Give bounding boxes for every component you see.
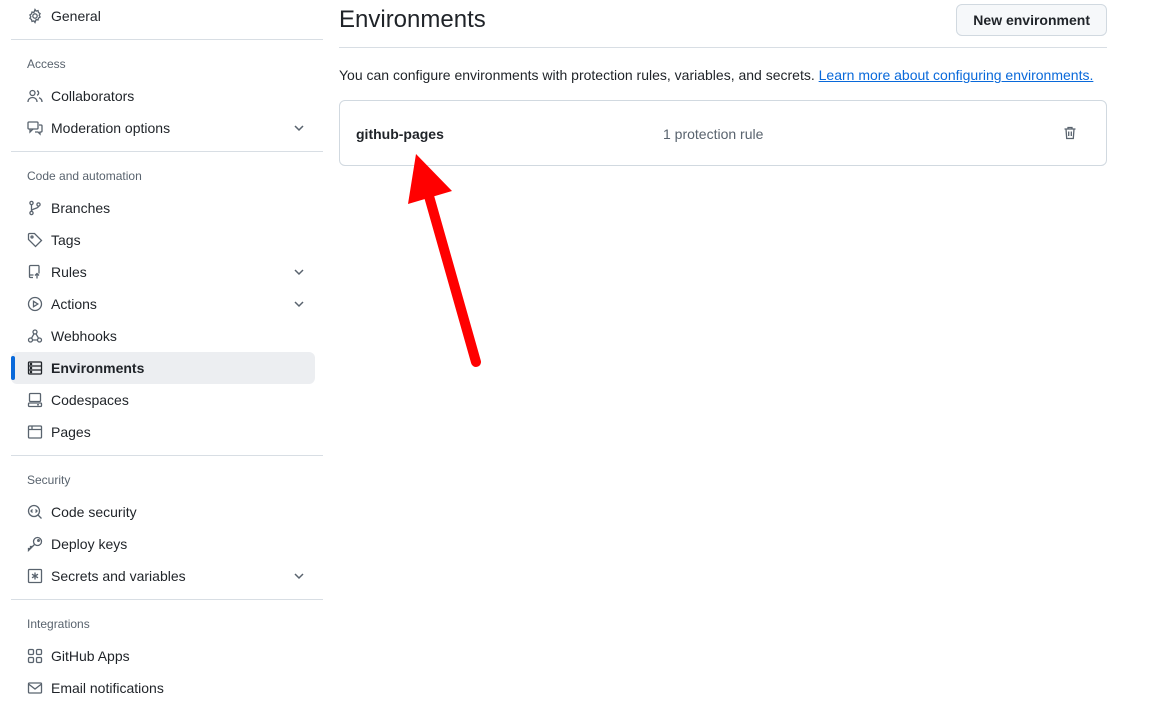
main-content: Environments New environment You can con… <box>339 0 1107 166</box>
play-icon <box>27 296 43 312</box>
divider <box>11 151 323 152</box>
settings-page: General Access Collaborators Moderation … <box>0 0 1176 704</box>
sidebar-item-branches[interactable]: Branches <box>11 192 315 224</box>
settings-sidebar: General Access Collaborators Moderation … <box>11 0 323 704</box>
group-title-access: Access <box>27 57 66 71</box>
sidebar-item-label: Webhooks <box>51 328 117 344</box>
sidebar-item-moderation-options[interactable]: Moderation options <box>11 112 315 144</box>
group-title-security: Security <box>27 473 71 487</box>
sidebar-item-github-apps[interactable]: GitHub Apps <box>11 640 315 672</box>
sidebar-item-label: Rules <box>51 264 87 280</box>
sidebar-item-tags[interactable]: Tags <box>11 224 315 256</box>
page-header: Environments New environment <box>339 0 1107 48</box>
codescan-icon <box>27 504 43 520</box>
sidebar-item-pages[interactable]: Pages <box>11 416 315 448</box>
mail-icon <box>27 680 43 696</box>
sidebar-item-environments[interactable]: Environments <box>11 352 315 384</box>
sidebar-item-label: Environments <box>51 360 145 376</box>
arrow-shaft <box>420 177 481 367</box>
chevron-down-icon[interactable] <box>291 264 307 280</box>
description-text: You can configure environments with prot… <box>339 67 815 83</box>
tag-icon <box>27 232 43 248</box>
people-icon <box>27 88 43 104</box>
sidebar-item-label: Actions <box>51 296 97 312</box>
protection-rule-count: 1 protection rule <box>663 126 764 142</box>
sidebar-item-label: Pages <box>51 424 91 440</box>
page-title: Environments <box>339 6 486 33</box>
sidebar-item-rules[interactable]: Rules <box>11 256 315 288</box>
sidebar-item-label: Branches <box>51 200 111 216</box>
sidebar-item-collaborators[interactable]: Collaborators <box>11 80 315 112</box>
webhook-icon <box>27 328 43 344</box>
git-branch-icon <box>27 200 43 216</box>
environment-name-link[interactable]: github-pages <box>356 126 444 142</box>
browser-icon <box>27 424 43 440</box>
repo-push-icon <box>27 264 43 280</box>
sidebar-item-label: GitHub Apps <box>51 648 130 664</box>
comment-discussion-icon <box>27 120 43 136</box>
sidebar-item-secrets-and-variables[interactable]: Secrets and variables <box>11 560 315 592</box>
sidebar-item-label: Collaborators <box>51 88 135 104</box>
gear-icon <box>27 8 43 24</box>
page-description: You can configure environments with prot… <box>339 67 1107 83</box>
sidebar-item-general[interactable]: General <box>11 0 315 32</box>
server-icon <box>27 360 43 376</box>
sidebar-item-webhooks[interactable]: Webhooks <box>11 320 315 352</box>
sidebar-item-label: Secrets and variables <box>51 568 186 584</box>
sidebar-item-label: Moderation options <box>51 120 171 136</box>
sidebar-item-label: Codespaces <box>51 392 129 408</box>
divider <box>11 455 323 456</box>
divider <box>11 599 323 600</box>
group-title-code-and-automation: Code and automation <box>27 169 142 183</box>
new-environment-button[interactable]: New environment <box>956 4 1107 36</box>
chevron-down-icon[interactable] <box>291 568 307 584</box>
sidebar-item-actions[interactable]: Actions <box>11 288 315 320</box>
divider <box>11 39 323 40</box>
group-title-integrations: Integrations <box>27 617 90 631</box>
asterisk-icon <box>27 568 43 584</box>
sidebar-item-code-security[interactable]: Code security <box>11 496 315 528</box>
sidebar-item-label: Code security <box>51 504 137 520</box>
sidebar-item-deploy-keys[interactable]: Deploy keys <box>11 528 315 560</box>
apps-icon <box>27 648 43 664</box>
learn-more-link[interactable]: Learn more about configuring environment… <box>819 67 1094 83</box>
chevron-down-icon[interactable] <box>291 120 307 136</box>
key-icon <box>27 536 43 552</box>
sidebar-item-label: General <box>51 8 101 24</box>
chevron-down-icon[interactable] <box>291 296 307 312</box>
environment-list: github-pages 1 protection rule <box>339 100 1107 166</box>
codespaces-icon <box>27 392 43 408</box>
sidebar-item-email-notifications[interactable]: Email notifications <box>11 672 315 704</box>
sidebar-item-label: Deploy keys <box>51 536 128 552</box>
trash-icon[interactable] <box>1062 125 1078 141</box>
sidebar-item-codespaces[interactable]: Codespaces <box>11 384 315 416</box>
sidebar-item-label: Tags <box>51 232 81 248</box>
sidebar-item-label: Email notifications <box>51 680 164 696</box>
